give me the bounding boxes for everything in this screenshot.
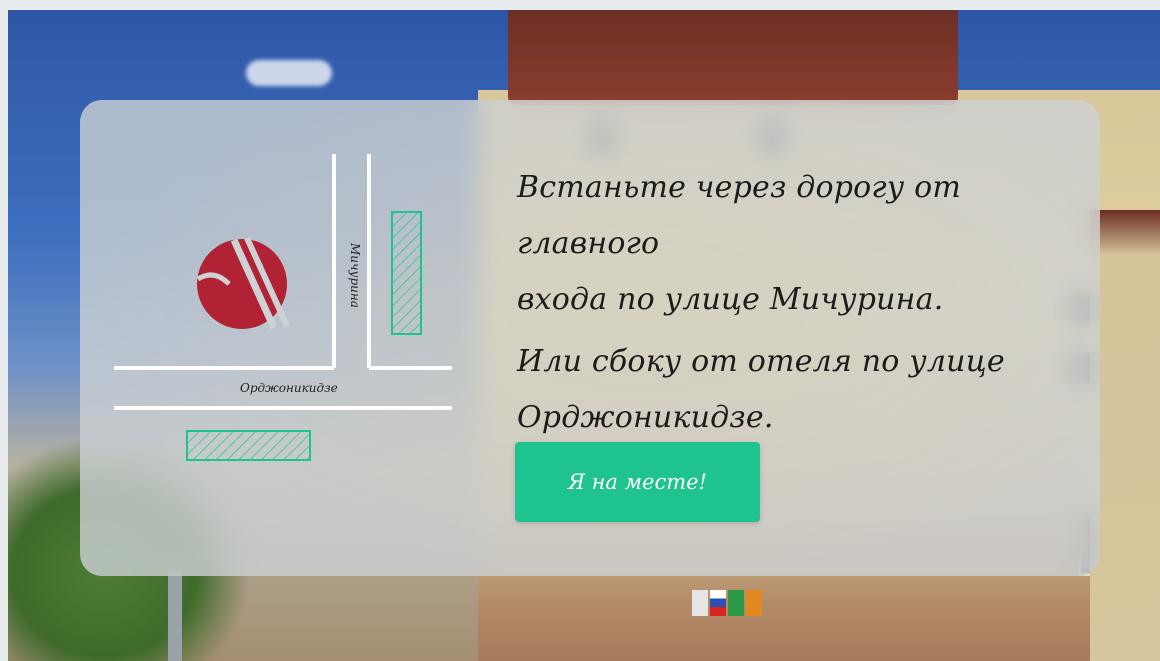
hotel-roof bbox=[508, 10, 958, 105]
instructions-text: Встаньте через дорогу от главного входа … bbox=[517, 160, 1077, 446]
flag bbox=[728, 590, 744, 616]
pickup-zone-vertical bbox=[391, 211, 422, 335]
street-label-ordzhonikidze: Орджоникидзе bbox=[240, 381, 338, 395]
street-label-michurina: Мичурина bbox=[348, 243, 362, 308]
cloud bbox=[246, 60, 332, 86]
flag bbox=[710, 590, 726, 616]
instruction-line: входа по улице Мичурина. bbox=[517, 282, 944, 317]
instruction-line: Встаньте через дорогу от главного bbox=[517, 170, 962, 261]
instruction-line: Или сбоку от отеля по улице bbox=[517, 344, 1005, 379]
hotel-tower bbox=[1090, 210, 1160, 661]
instruction-line: Орджоникидзе. bbox=[517, 400, 774, 435]
hotel-logo-icon bbox=[196, 236, 290, 330]
map-drawing bbox=[114, 154, 452, 461]
flag bbox=[746, 590, 762, 616]
flag bbox=[692, 590, 708, 616]
lamp-pole bbox=[168, 570, 182, 661]
pickup-zone-horizontal bbox=[186, 430, 311, 461]
location-map: Мичурина Орджоникидзе bbox=[114, 154, 454, 464]
directions-card: Мичурина Орджоникидзе Встаньте через дор… bbox=[80, 100, 1100, 576]
im-here-button[interactable]: Я на месте! bbox=[515, 442, 760, 522]
